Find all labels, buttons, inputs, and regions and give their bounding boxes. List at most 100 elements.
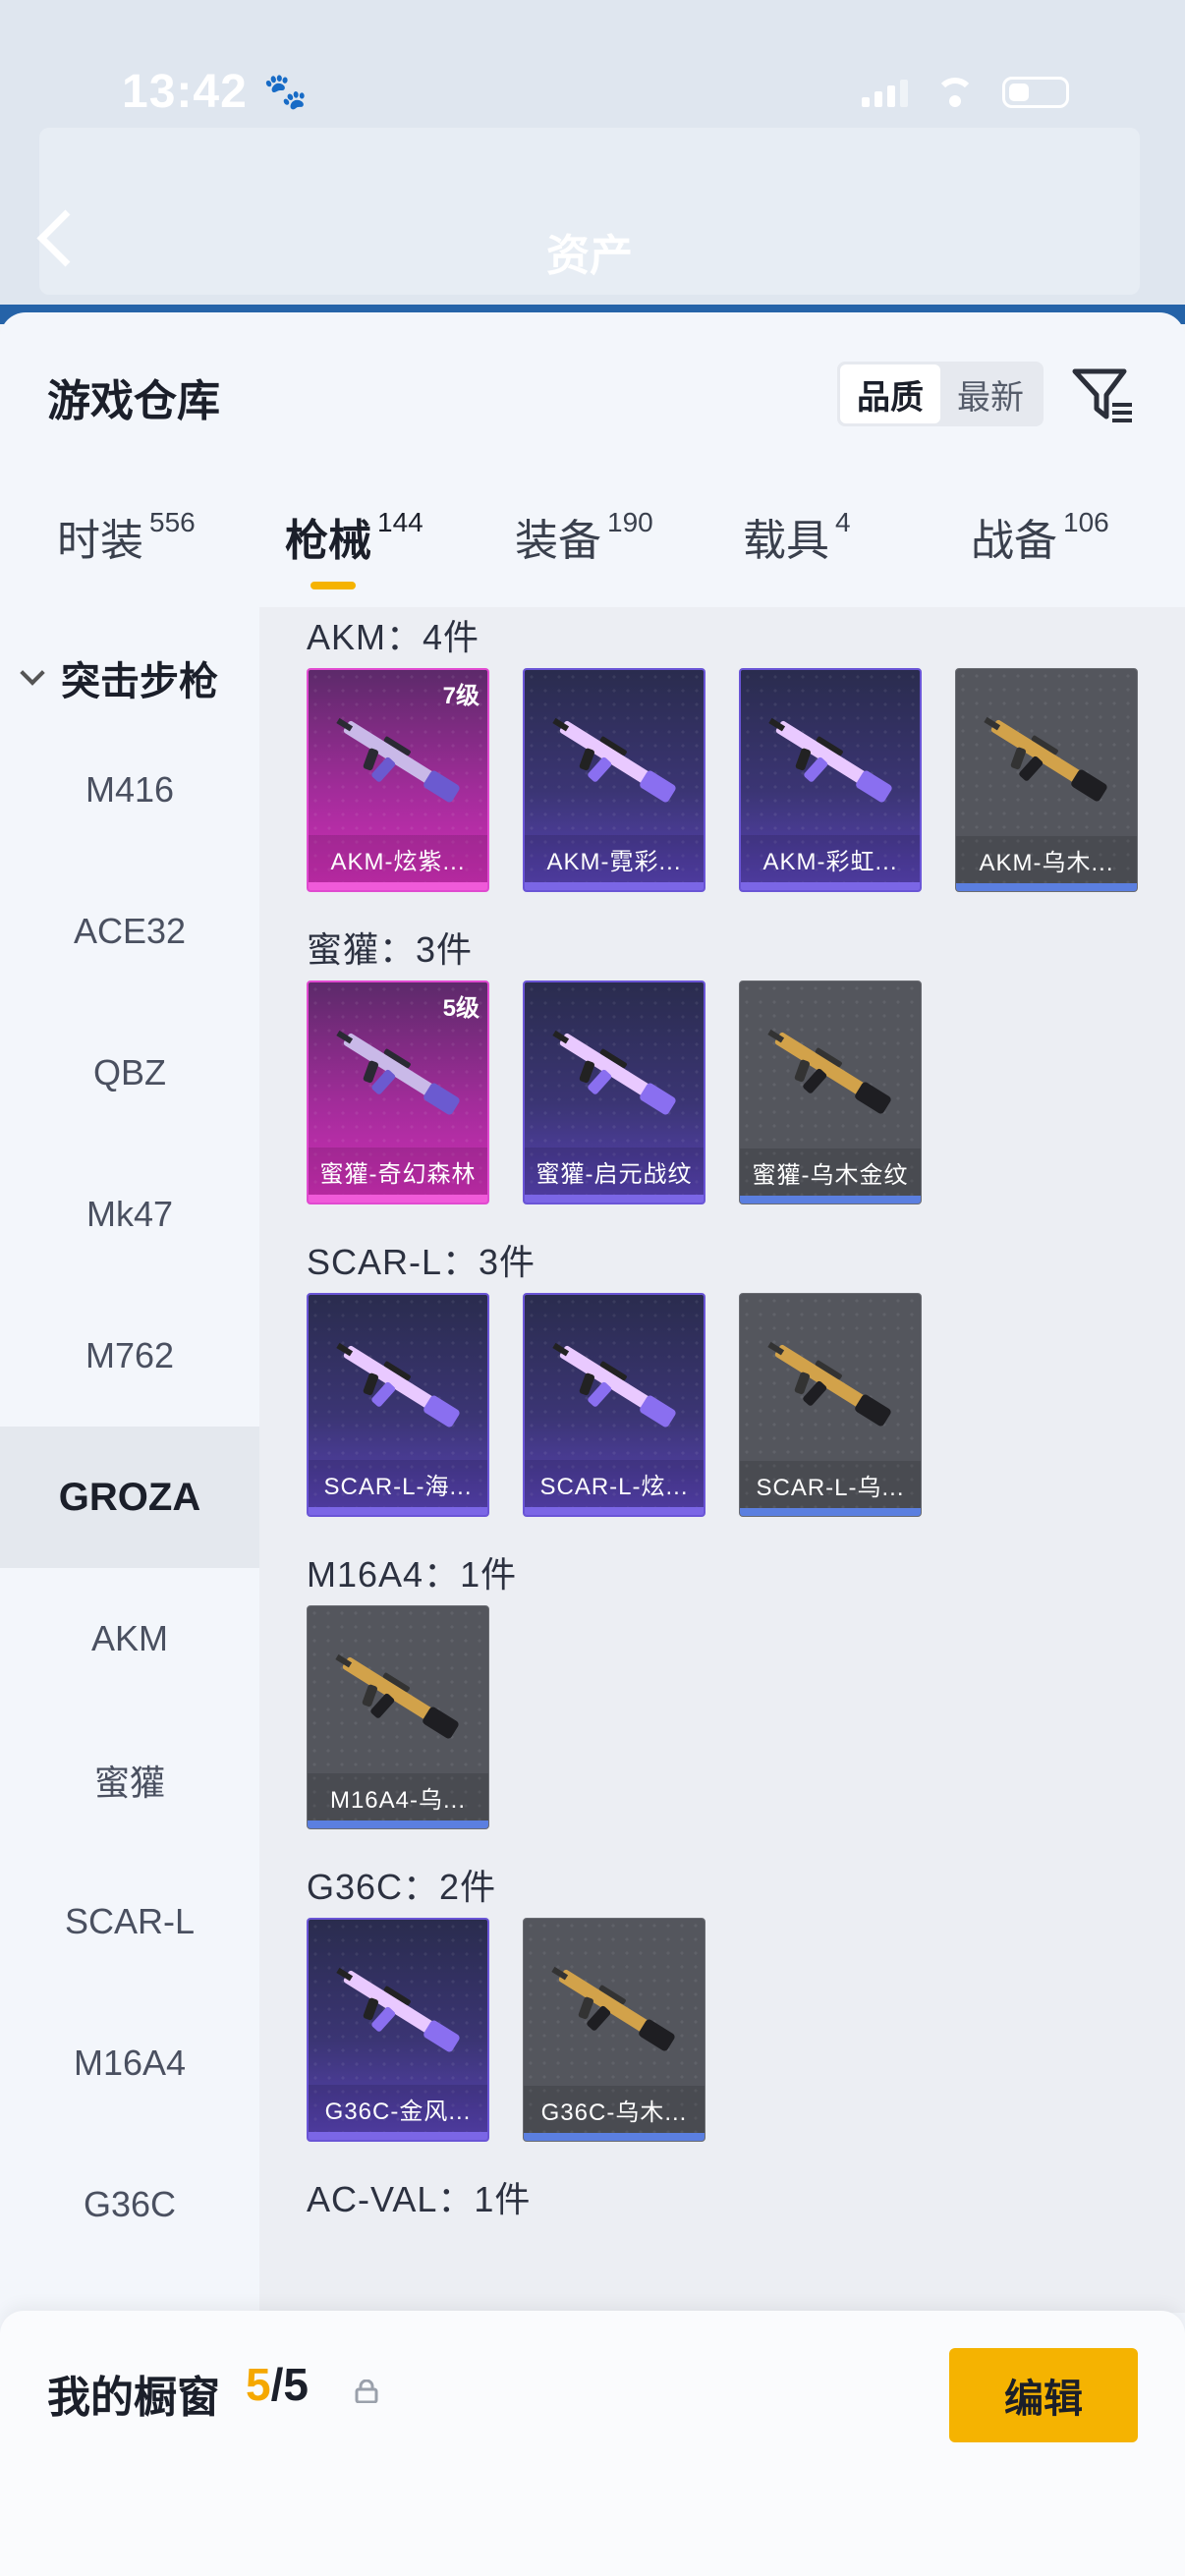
skin-card[interactable]: SCAR-L-乌...	[739, 1293, 922, 1517]
skin-card[interactable]: 蜜獾-乌木金纹	[739, 980, 922, 1204]
tab-equipment[interactable]: 装备 190	[515, 505, 653, 568]
skin-name: SCAR-L-炫...	[525, 1460, 704, 1507]
skin-card[interactable]: AKM-彩虹...	[739, 668, 922, 892]
skin-name: 蜜獾-乌木金纹	[740, 1148, 921, 1196]
tab-firearms[interactable]: 枪械 144	[285, 505, 423, 568]
category-item-honey-badger[interactable]: 蜜獾	[0, 1709, 259, 1851]
skin-card[interactable]: G36C-乌木...	[523, 1918, 705, 2142]
rifle-icon	[335, 1653, 459, 1739]
skin-card[interactable]: M16A4-乌...	[307, 1605, 489, 1829]
rarity-bar	[524, 2133, 705, 2141]
rarity-bar	[740, 1196, 921, 1204]
rarity-bar	[740, 1508, 921, 1516]
lock-icon	[355, 2380, 378, 2403]
tab-label: 载具	[743, 517, 829, 565]
skin-name: AKM-炫紫...	[309, 835, 487, 882]
status-icons	[862, 77, 1069, 108]
showcase-current: 5	[246, 2359, 271, 2410]
paw-icon: 🐾	[263, 71, 308, 111]
rarity-bar	[309, 1195, 487, 1203]
rifle-icon	[336, 717, 460, 803]
rifle-icon	[552, 717, 676, 803]
skin-card[interactable]: 7级 AKM-炫紫...	[307, 668, 489, 892]
tab-label: 时装	[57, 517, 143, 565]
category-group-assault-rifles[interactable]: 突击步枪	[0, 648, 259, 707]
group-title-g36c: G36C：2件	[307, 1867, 497, 1907]
skin-card[interactable]: SCAR-L-海...	[307, 1293, 489, 1517]
skin-card[interactable]: AKM-乌木...	[955, 668, 1138, 892]
category-item-ace32[interactable]: ACE32	[0, 861, 259, 1002]
rarity-bar	[956, 883, 1137, 891]
showcase-total: /5	[270, 2359, 309, 2410]
edit-button[interactable]: 编辑	[949, 2348, 1138, 2442]
category-item-akm[interactable]: AKM	[0, 1568, 259, 1709]
group-title-m16a4: M16A4：1件	[307, 1554, 518, 1595]
skin-name: AKM-乌木...	[956, 836, 1137, 883]
warehouse-sheet: 游戏仓库 品质 最新 时装 556 枪械 144 装备 190 载具 4 战备 …	[0, 312, 1185, 2576]
tab-count: 556	[149, 507, 196, 537]
skin-card[interactable]: G36C-金风...	[307, 1918, 489, 2142]
status-time: 13:42	[122, 66, 248, 118]
skin-name: M16A4-乌...	[308, 1773, 488, 1820]
category-item-groza[interactable]: GROZA	[0, 1427, 259, 1568]
rifle-icon	[767, 1029, 891, 1114]
group-title-akm: AKM：4件	[307, 617, 480, 657]
group-title-honey-badger: 蜜獾：3件	[307, 929, 474, 970]
rarity-bar	[309, 1507, 487, 1515]
warehouse-title: 游戏仓库	[47, 377, 220, 425]
group-title-scar-l: SCAR-L：3件	[307, 1242, 536, 1282]
rifle-icon	[552, 1342, 676, 1428]
rarity-bar	[525, 1195, 704, 1203]
chevron-down-icon	[20, 660, 45, 686]
rarity-bar	[525, 882, 704, 890]
signal-icon	[862, 78, 908, 107]
rifle-icon	[767, 1341, 891, 1427]
page-title: 资产	[546, 232, 633, 280]
rarity-bar	[525, 1507, 704, 1515]
sort-newest-button[interactable]: 最新	[940, 364, 1041, 423]
tab-label: 战备	[971, 517, 1057, 565]
tab-fashion[interactable]: 时装 556	[57, 505, 196, 568]
rarity-bar	[741, 882, 920, 890]
battery-icon	[1002, 77, 1069, 108]
background-header: 13:42 🐾 资产	[0, 0, 1185, 324]
category-item-scar-l[interactable]: SCAR-L	[0, 1851, 259, 1992]
group-title-ac-val: AC-VAL：1件	[307, 2179, 532, 2219]
tab-count: 190	[607, 507, 653, 537]
filter-icon[interactable]	[1069, 362, 1138, 426]
tab-vehicles[interactable]: 载具 4	[743, 505, 851, 568]
skin-name: 蜜獾-奇幻森林	[309, 1148, 487, 1195]
tab-supplies[interactable]: 战备 106	[971, 505, 1109, 568]
showcase-label: 我的橱窗	[47, 2374, 220, 2422]
category-item-m416[interactable]: M416	[0, 719, 259, 861]
category-item-qbz[interactable]: QBZ	[0, 1002, 259, 1144]
category-group-label: 突击步枪	[61, 660, 218, 703]
category-item-g36c[interactable]: G36C	[0, 2134, 259, 2275]
skin-card[interactable]: 蜜獾-启元战纹	[523, 980, 705, 1204]
rifle-icon	[336, 1967, 460, 2052]
rarity-bar	[308, 1820, 488, 1828]
category-item-m762[interactable]: M762	[0, 1285, 259, 1427]
tab-count: 144	[377, 507, 423, 537]
rifle-icon	[984, 716, 1107, 802]
rarity-bar	[309, 2132, 487, 2140]
rarity-bar	[309, 882, 487, 890]
rifle-icon	[336, 1342, 460, 1428]
skin-card[interactable]: AKM-霓彩...	[523, 668, 705, 892]
rifle-icon	[552, 1030, 676, 1115]
category-item-mk47[interactable]: Mk47	[0, 1144, 259, 1285]
active-tab-indicator	[310, 582, 356, 589]
showcase-bar: 我的橱窗 5/5 编辑	[0, 2311, 1185, 2576]
rifle-icon	[551, 1966, 675, 2051]
skin-card[interactable]: 5级 蜜獾-奇幻森林	[307, 980, 489, 1204]
skin-name: G36C-乌木...	[524, 2086, 705, 2133]
weapon-skin-list: AKM：4件 蜜獾：3件 SCAR-L：3件 M16A4：1件 G36C：2件 …	[259, 607, 1185, 2313]
wifi-icon	[933, 78, 977, 107]
skin-name: AKM-霓彩...	[525, 835, 704, 882]
tab-count: 4	[835, 507, 851, 537]
category-item-m16a4[interactable]: M16A4	[0, 1992, 259, 2134]
sort-quality-button[interactable]: 品质	[840, 364, 940, 423]
skin-card[interactable]: SCAR-L-炫...	[523, 1293, 705, 1517]
rifle-icon	[336, 1030, 460, 1115]
rifle-icon	[768, 717, 892, 803]
